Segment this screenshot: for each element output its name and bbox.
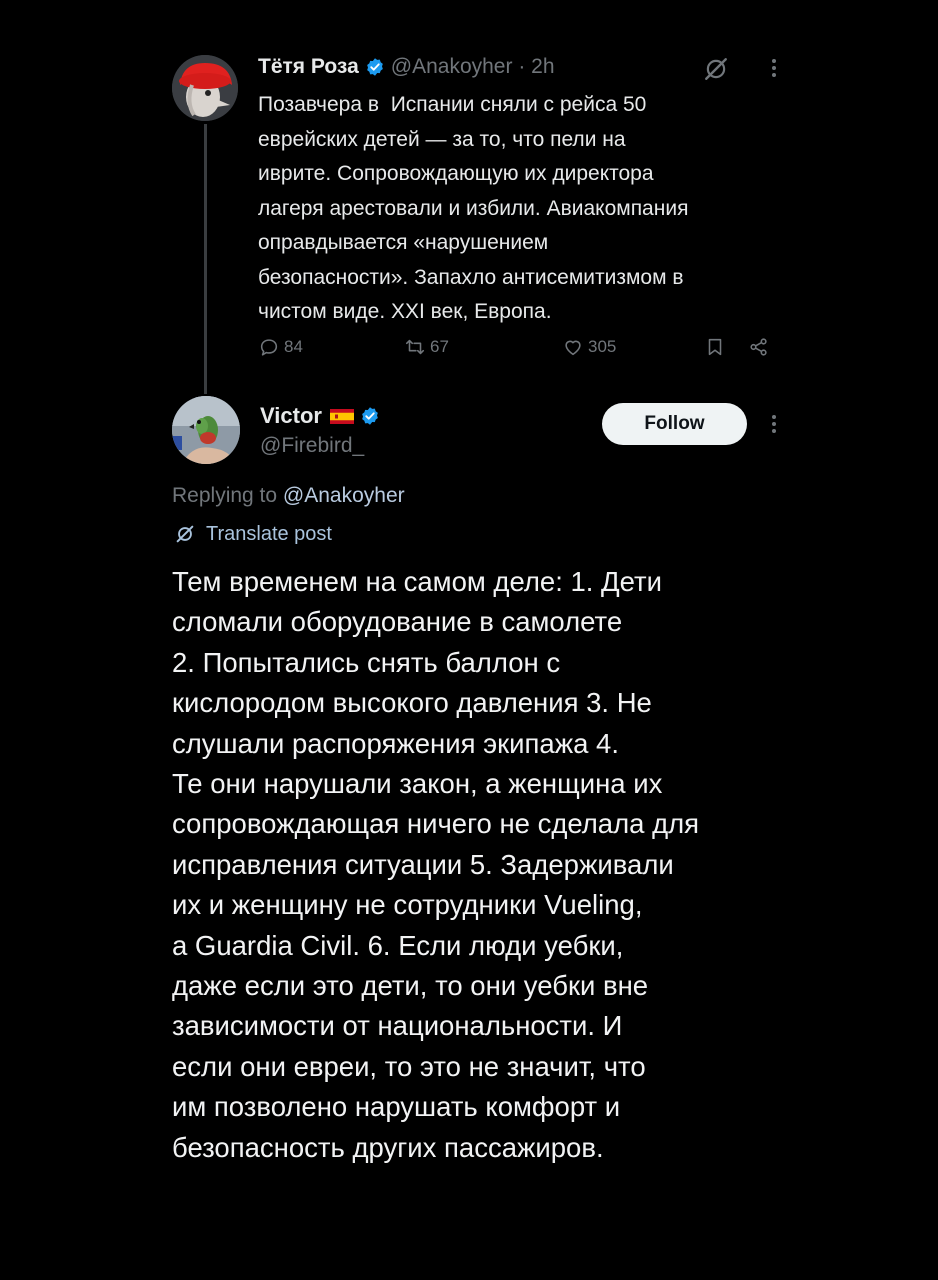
share-button[interactable] [748, 332, 770, 362]
replying-to-line: Replying to @Anakoyher [172, 484, 405, 508]
replying-prefix: Replying to [172, 484, 283, 507]
parent-display-name[interactable]: Тётя Роза [258, 55, 359, 79]
grok-icon[interactable] [703, 56, 729, 82]
repost-button[interactable]: 67 [404, 332, 449, 362]
spain-flag-icon [329, 408, 354, 424]
translate-post-button[interactable]: Translate post [174, 520, 332, 548]
reply-icon [260, 339, 278, 356]
like-icon [565, 340, 581, 356]
reply-display-name[interactable]: Victor [260, 403, 322, 429]
reply-tweet-text: Тем временем на самом деле: 1. Дети слом… [172, 566, 700, 1163]
verified-badge-icon [366, 58, 383, 76]
parent-action-bar: 84 67 305 [258, 332, 778, 362]
reply-count: 84 [284, 337, 303, 356]
avatar-image [172, 55, 238, 121]
bookmark-button[interactable] [704, 332, 726, 362]
parent-tweet-text: Позавчера в Испании сняли с рейса 50 евр… [258, 93, 689, 323]
reply-handle[interactable]: @Firebird_ [260, 434, 364, 458]
reply-header: Victor [260, 402, 380, 430]
share-icon [750, 338, 767, 356]
avatar-image [172, 396, 240, 464]
verified-badge-icon [362, 407, 378, 425]
replying-mention-link[interactable]: @Anakoyher [283, 484, 405, 507]
follow-button[interactable]: Follow [602, 403, 747, 445]
more-options-icon[interactable] [768, 54, 780, 82]
avatar-victor[interactable] [172, 396, 240, 464]
avatar-tetya-roza[interactable] [172, 55, 238, 121]
translate-label: Translate post [206, 522, 332, 545]
reply-button[interactable]: 84 [258, 332, 303, 362]
parent-header: Тётя Роза @Anakoyher · 2h [258, 52, 555, 82]
like-count: 305 [588, 337, 617, 356]
thread-connector-line [204, 124, 207, 394]
bookmark-icon [708, 338, 722, 356]
repost-count: 67 [430, 337, 449, 356]
repost-icon [405, 339, 425, 355]
like-button[interactable]: 305 [562, 332, 616, 362]
more-options-icon[interactable] [768, 410, 780, 438]
translate-icon [176, 525, 194, 543]
parent-handle-time[interactable]: @Anakoyher · 2h [391, 55, 555, 79]
